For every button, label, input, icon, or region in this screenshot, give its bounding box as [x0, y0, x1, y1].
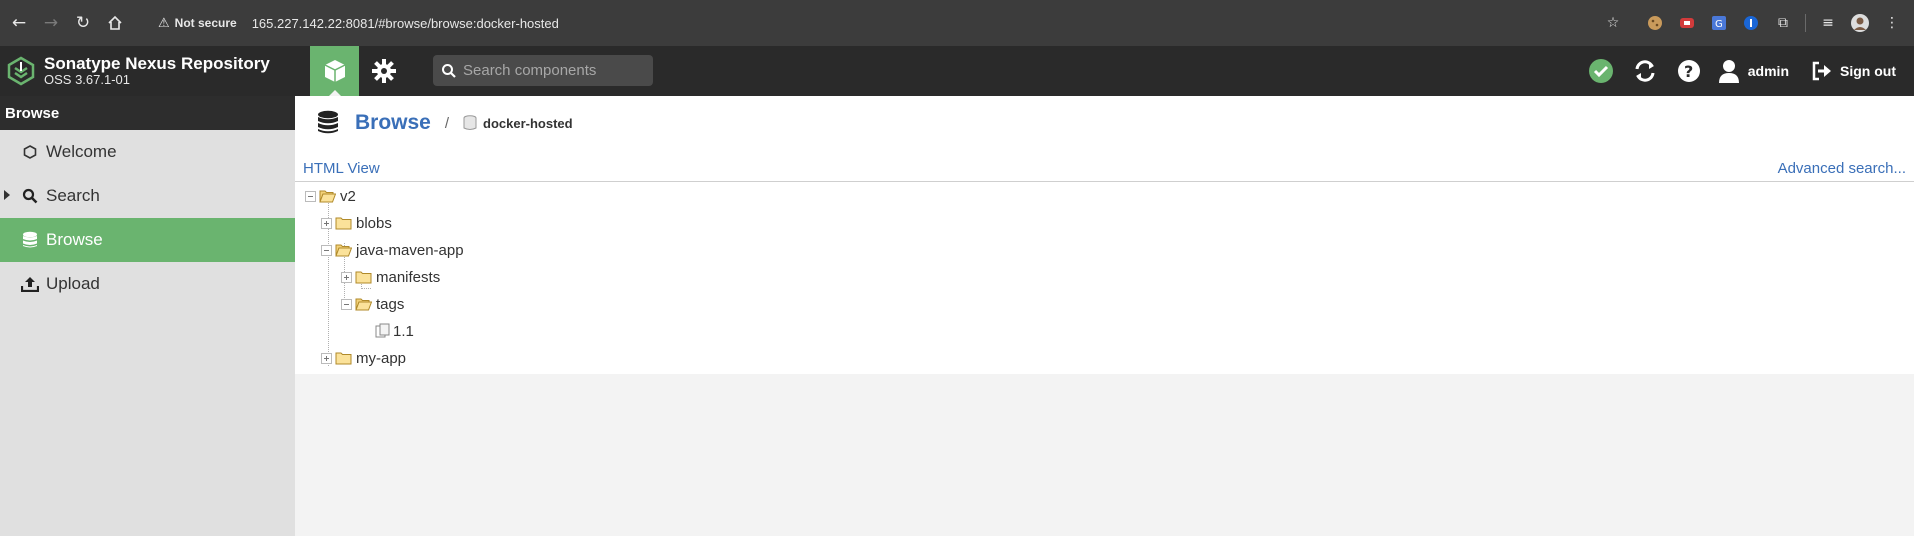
sidebar: Browse Welcome Search Browse Upload: [0, 96, 295, 536]
tree-node-manifests[interactable]: manifests: [341, 266, 440, 288]
nexus-logo-icon: [7, 56, 35, 86]
search-components-input[interactable]: [463, 62, 653, 79]
forward-arrow-icon[interactable]: →: [38, 10, 64, 36]
gear-icon: [371, 59, 396, 83]
collapse-toggle[interactable]: [321, 244, 332, 256]
warning-icon: ⚠: [158, 15, 170, 31]
sign-out-button[interactable]: Sign out: [1811, 61, 1896, 81]
extensions-puzzle-icon[interactable]: ⧉: [1773, 13, 1793, 33]
cube-icon: [324, 60, 345, 82]
tree-node-label: java-maven-app: [356, 241, 464, 259]
admin-settings-button[interactable]: [359, 46, 408, 96]
tree-node-label: blobs: [356, 214, 392, 232]
search-icon: [442, 63, 456, 78]
database-icon: [18, 231, 42, 249]
bookmark-star-icon[interactable]: ☆: [1603, 13, 1623, 33]
svg-text:G: G: [1715, 19, 1723, 30]
sidebar-item-search[interactable]: Search: [0, 174, 295, 218]
database-icon: [318, 110, 338, 134]
folder-closed-icon: [335, 352, 352, 365]
sidebar-item-label: Browse: [46, 230, 103, 249]
html-view-link[interactable]: HTML View: [303, 160, 380, 177]
translate-extension-icon[interactable]: G: [1709, 13, 1729, 33]
tree-node-my-app[interactable]: my-app: [321, 347, 406, 369]
record-extension-icon[interactable]: [1677, 13, 1697, 33]
browser-menu-icon[interactable]: ⋮: [1882, 13, 1902, 33]
expand-caret-icon[interactable]: [4, 190, 10, 200]
reload-icon[interactable]: ↻: [70, 10, 96, 36]
sidebar-item-upload[interactable]: Upload: [0, 262, 295, 306]
product-version: OSS 3.67.1-01: [44, 72, 130, 88]
breadcrumb: Browse / docker-hosted: [317, 108, 573, 138]
tree-node-label: tags: [376, 295, 405, 313]
profile-avatar-icon[interactable]: [1850, 13, 1870, 33]
browse-mode-button[interactable]: [310, 46, 359, 96]
browser-toolbar: ← → ↻ ⚠ Not secure 165.227.142.22:8081/#…: [0, 0, 1914, 46]
search-icon: [18, 188, 42, 204]
hexagon-icon: [18, 145, 42, 159]
sidebar-item-browse[interactable]: Browse: [0, 218, 295, 262]
main-content: Browse / docker-hosted HTML View Advance…: [295, 96, 1914, 536]
tree-node-label: v2: [340, 187, 356, 205]
tree-guide-line: [361, 288, 371, 289]
tree-node-tag-1-1[interactable]: 1.1: [375, 320, 414, 342]
sign-out-label: Sign out: [1840, 63, 1896, 79]
sidebar-item-label: Search: [46, 186, 100, 205]
sidebar-item-welcome[interactable]: Welcome: [0, 130, 295, 174]
advanced-search-link[interactable]: Advanced search...: [1778, 160, 1906, 177]
home-icon[interactable]: [102, 10, 128, 36]
toolbar-divider: [1805, 14, 1806, 32]
folder-open-icon: [319, 190, 336, 203]
expand-toggle[interactable]: [321, 217, 332, 229]
product-name: Sonatype Nexus Repository: [44, 53, 270, 73]
sidebar-title: Browse: [0, 96, 295, 130]
username: admin: [1747, 63, 1789, 79]
security-indicator[interactable]: ⚠ Not secure: [158, 16, 237, 31]
sign-out-icon: [1812, 61, 1831, 81]
refresh-icon[interactable]: [1630, 56, 1660, 86]
expand-toggle[interactable]: [341, 271, 352, 283]
tree-node-tags[interactable]: tags: [341, 293, 404, 315]
repository-name: docker-hosted: [483, 115, 573, 131]
browse-toolbar: HTML View Advanced search...: [295, 154, 1914, 182]
repository-icon: [463, 115, 477, 130]
folder-closed-icon: [335, 217, 352, 230]
sidebar-item-label: Welcome: [46, 142, 117, 161]
expand-toggle[interactable]: [321, 352, 332, 364]
back-arrow-icon[interactable]: ←: [6, 10, 32, 36]
tree-node-label: 1.1: [393, 322, 414, 340]
reading-list-icon[interactable]: ≡: [1818, 13, 1838, 33]
password-manager-icon[interactable]: [1741, 13, 1761, 33]
app-header: Sonatype Nexus Repository OSS 3.67.1-01: [0, 46, 1914, 96]
sidebar-item-label: Upload: [46, 274, 100, 293]
component-icon: [375, 323, 390, 338]
help-icon[interactable]: ?: [1674, 56, 1704, 86]
breadcrumb-separator: /: [444, 114, 450, 132]
svg-text:?: ?: [1684, 62, 1693, 81]
upload-icon: [18, 276, 42, 292]
collapse-toggle[interactable]: [341, 298, 352, 310]
component-search[interactable]: [433, 55, 653, 86]
tree-node-java-maven-app[interactable]: java-maven-app: [321, 239, 464, 261]
folder-open-icon: [355, 298, 372, 311]
folder-open-icon: [335, 244, 352, 257]
tree-node-blobs[interactable]: blobs: [321, 212, 392, 234]
system-status-icon[interactable]: [1586, 56, 1616, 86]
browse-panel: Browse / docker-hosted HTML View Advance…: [295, 96, 1914, 374]
page-title[interactable]: Browse: [355, 111, 431, 135]
tree-node-label: my-app: [356, 349, 407, 367]
user-menu[interactable]: admin: [1718, 59, 1789, 83]
brand[interactable]: Sonatype Nexus Repository OSS 3.67.1-01: [0, 46, 310, 96]
address-bar[interactable]: 165.227.142.22:8081/#browse/browse:docke…: [252, 16, 559, 31]
user-icon: [1718, 60, 1739, 83]
tree-node-v2[interactable]: v2: [305, 185, 356, 207]
collapse-toggle[interactable]: [305, 190, 316, 202]
tree-node-label: manifests: [376, 268, 441, 286]
folder-closed-icon: [355, 271, 372, 284]
cookie-extension-icon[interactable]: [1645, 13, 1665, 33]
breadcrumb-repository: docker-hosted: [463, 115, 573, 131]
security-label: Not secure: [174, 16, 237, 30]
